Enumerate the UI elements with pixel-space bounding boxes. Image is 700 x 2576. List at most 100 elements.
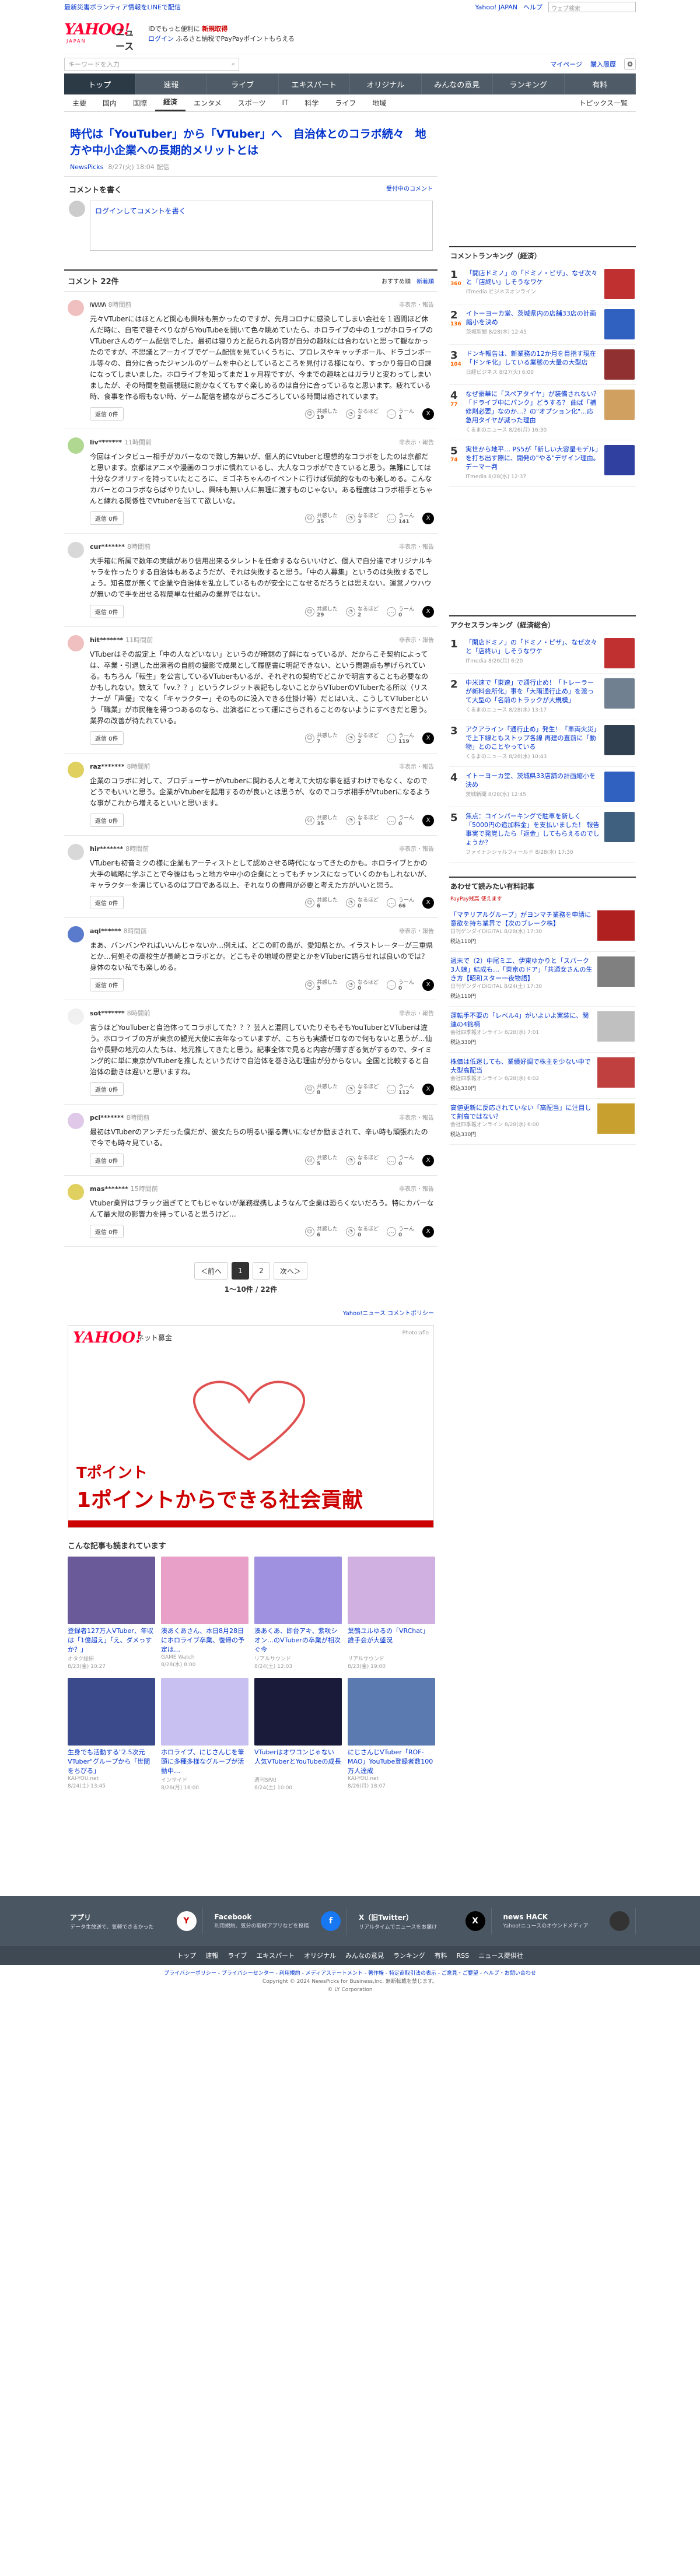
related-card[interactable]: にじさんじVTuber「ROF-MAO」YouTube登録者数100万人達成 K… [348, 1678, 435, 1791]
cat-entertainment[interactable]: エンタメ [186, 94, 230, 111]
x-share-icon[interactable]: X [422, 408, 434, 420]
empathy-button[interactable]: ☺ 共感した 35 [304, 511, 338, 525]
login-link[interactable]: ログイン [148, 35, 174, 43]
gear-icon[interactable]: ⚙ [624, 58, 636, 70]
paid-article-item[interactable]: 株価は低迷しても、業績好調で株主を少ない中で大型高配当 会社四季報オンライン 8/… [449, 1053, 636, 1099]
reply-button[interactable]: 返信 0件 [90, 896, 124, 909]
donation-ad-banner[interactable]: YAHOO! ネット募金 Photo:aflo Tポイント 1ポイントからできる… [68, 1325, 434, 1528]
footer-facebook-link[interactable]: Facebook 利用規約、気分の取材アプリなどを投稿 f [209, 1908, 347, 1934]
comment-user[interactable]: sot******* [90, 1010, 125, 1017]
hmm-button[interactable]: … うーん 1 [386, 407, 414, 420]
furusato-promo[interactable]: ふるさと納税でPayPayポイントもらえる [176, 35, 295, 43]
x-share-icon[interactable]: X [422, 896, 434, 909]
cat-world[interactable]: 国際 [125, 94, 155, 111]
empathy-button[interactable]: ☺ 共感した 35 [304, 814, 338, 827]
access-ranking-item[interactable]: 5 焦点：コインパーキングで駐車を新しく「5000円の追加料金」を支払いました！… [449, 807, 636, 863]
article-title[interactable]: 時代は「YouTuber」から「VTuber」へ 自治体とのコラボ続々 地方や中… [64, 118, 438, 162]
news-search-input[interactable]: キーワードを入力 ⌕ [64, 57, 239, 71]
report-link[interactable]: 非表示・報告 [399, 437, 434, 447]
page-2-button[interactable]: 2 [253, 1262, 270, 1280]
comment-user[interactable]: liv******* [90, 439, 122, 446]
nav-top[interactable]: トップ [64, 73, 136, 94]
reply-button[interactable]: 返信 0件 [90, 605, 124, 618]
reply-button[interactable]: 返信 0件 [90, 511, 124, 525]
comment-user[interactable]: pci******* [90, 1114, 124, 1121]
x-share-icon[interactable]: X [422, 1083, 434, 1095]
insight-button[interactable]: ◔ なるほど 2 [345, 1082, 379, 1096]
web-search-input[interactable]: ウェブ検索 [548, 2, 636, 12]
reply-button[interactable]: 返信 0件 [90, 1154, 124, 1167]
insight-button[interactable]: ◔ なるほど 0 [345, 1154, 379, 1167]
page-1-button[interactable]: 1 [232, 1262, 249, 1280]
empathy-button[interactable]: ☺ 共感した 29 [304, 605, 338, 618]
nav-breaking[interactable]: 速報 [136, 73, 207, 94]
insight-button[interactable]: ◔ なるほど 2 [345, 605, 379, 618]
nav-expert[interactable]: エキスパート [279, 73, 350, 94]
cat-domestic[interactable]: 国内 [94, 94, 125, 111]
report-link[interactable]: 非表示・報告 [399, 1008, 434, 1018]
legal-links[interactable]: プライバシーポリシー - プライバシーセンター - 利用規約 - メディアステー… [164, 1971, 536, 1976]
related-card[interactable]: 登録者127万人VTuber、年収は「1億超え」「え、ダメっすか？」 オタク総研… [68, 1557, 155, 1670]
paid-article-item[interactable]: 運転手不要の「レベル4」がいよいよ実装に、関連の4銘柄 会社四季報オンライン 8/… [449, 1007, 636, 1053]
help-link[interactable]: ヘルプ [523, 2, 542, 12]
insight-button[interactable]: ◔ なるほど 0 [345, 978, 379, 991]
nav-original[interactable]: オリジナル [350, 73, 422, 94]
empathy-button[interactable]: ☺ 共感した 8 [304, 1082, 338, 1096]
footer-app-link[interactable]: アプリ データ生放送で、気軽できるかった Y [64, 1908, 203, 1934]
nav-paid[interactable]: 有料 [565, 73, 636, 94]
cat-science[interactable]: 科学 [296, 94, 327, 111]
hmm-button[interactable]: … うーん 66 [386, 896, 414, 909]
ranking-item[interactable]: 3 104 ドンキ報告は、新業務の12か月を目指す現在「ドンキ化」している業態の大… [449, 345, 636, 385]
report-link[interactable]: 非表示・報告 [399, 1184, 434, 1193]
related-card[interactable]: 葉鶴ユルゆるの「VRChat」誰手会が大盛況 リアルサウンド 8/23(金) 1… [348, 1557, 435, 1670]
ranking-item[interactable]: 1 360 「開店ドミノ」の「ドミノ・ピザ」、なぜ次々と「店終い」しそうなワケ IT… [449, 264, 636, 304]
x-share-icon[interactable]: X [422, 605, 434, 618]
insight-button[interactable]: ◔ なるほど 3 [345, 511, 379, 525]
x-share-icon[interactable]: X [422, 512, 434, 524]
reply-button[interactable]: 返信 0件 [90, 731, 124, 745]
purchase-history-link[interactable]: 購入履歴 [590, 59, 616, 69]
yahoo-news-logo[interactable]: YAHOO! JAPAN ニュース [64, 21, 140, 52]
comment-policy-link[interactable]: Yahoo!ニュース コメントポリシー [343, 1310, 434, 1317]
comment-user[interactable]: cur******* [90, 543, 125, 551]
comment-user[interactable]: mas******* [90, 1185, 128, 1193]
cat-main[interactable]: 主要 [64, 94, 94, 111]
ranking-item[interactable]: 5 74 実世から地平… PS5が「新しい大容量モデル」を打ち出す際に、開発の"や… [449, 440, 636, 487]
x-share-icon[interactable]: X [422, 1154, 434, 1166]
related-card[interactable]: 湊あくあ、即台アキ、紫咲シオン…のVTuberの卒業が相次ぐ今 リアルサウンド … [254, 1557, 342, 1670]
access-ranking-item[interactable]: 3 アクアライン「通行止め」発生！「車両火災」で上下線ともストップ各線 再建の直… [449, 720, 636, 767]
empathy-button[interactable]: ☺ 共感した 6 [304, 1225, 338, 1238]
footer-link[interactable]: オリジナル [304, 1951, 336, 1960]
prev-page-button[interactable]: ＜前へ [194, 1262, 228, 1280]
comment-user[interactable]: hit******* [90, 636, 123, 644]
x-share-icon[interactable]: X [422, 732, 434, 744]
disaster-line-link[interactable]: 最新災害ボランティア情報をLINEで配信 [64, 2, 181, 12]
mypage-link[interactable]: マイページ [550, 59, 582, 69]
cat-it[interactable]: IT [274, 94, 296, 111]
empathy-button[interactable]: ☺ 共感した 19 [304, 407, 338, 420]
footer-link[interactable]: トップ [177, 1951, 196, 1960]
report-link[interactable]: 非表示・報告 [399, 926, 434, 935]
yj-link[interactable]: Yahoo! JAPAN [475, 3, 517, 11]
related-card[interactable]: 生身でも活動する"2.5次元VTuber"グループから「世間をちびる」 KAI-… [68, 1678, 155, 1791]
report-link[interactable]: 非表示・報告 [399, 762, 434, 771]
nav-live[interactable]: ライブ [207, 73, 279, 94]
nav-opinion[interactable]: みんなの意見 [422, 73, 493, 94]
hmm-button[interactable]: … うーん 119 [386, 731, 414, 745]
insight-button[interactable]: ◔ なるほど 1 [345, 814, 379, 827]
comment-input[interactable]: ログインしてコメントを書く [90, 201, 433, 251]
nav-ranking[interactable]: ランキング [493, 73, 565, 94]
empathy-button[interactable]: ☺ 共感した 5 [304, 1154, 338, 1167]
footer-link[interactable]: RSS [457, 1952, 470, 1960]
footer-link[interactable]: ライブ [228, 1951, 247, 1960]
reply-button[interactable]: 返信 0件 [90, 814, 124, 827]
footer-link[interactable]: 速報 [205, 1951, 218, 1960]
comment-user[interactable]: aql****** [90, 927, 121, 935]
sort-newest[interactable]: 新着順 [416, 276, 434, 285]
footer-newshack-link[interactable]: news HACK Yahoo!ニュースのオウンドメディア [498, 1908, 636, 1934]
footer-link[interactable]: ニュース提供社 [478, 1951, 523, 1960]
hmm-button[interactable]: … うーん 141 [386, 511, 414, 525]
paid-article-item[interactable]: 週末で（2）中尾ミエ、伊東ゆかりと「スパーク3人娘」結成も…「東京のドア」「共通… [449, 952, 636, 1007]
topics-list-link[interactable]: トピックス一覧 [570, 94, 636, 111]
access-ranking-item[interactable]: 1 「開店ドミノ」の「ドミノ・ピザ」、なぜ次々と「店終い」しそうなワケ ITmed… [449, 633, 636, 674]
